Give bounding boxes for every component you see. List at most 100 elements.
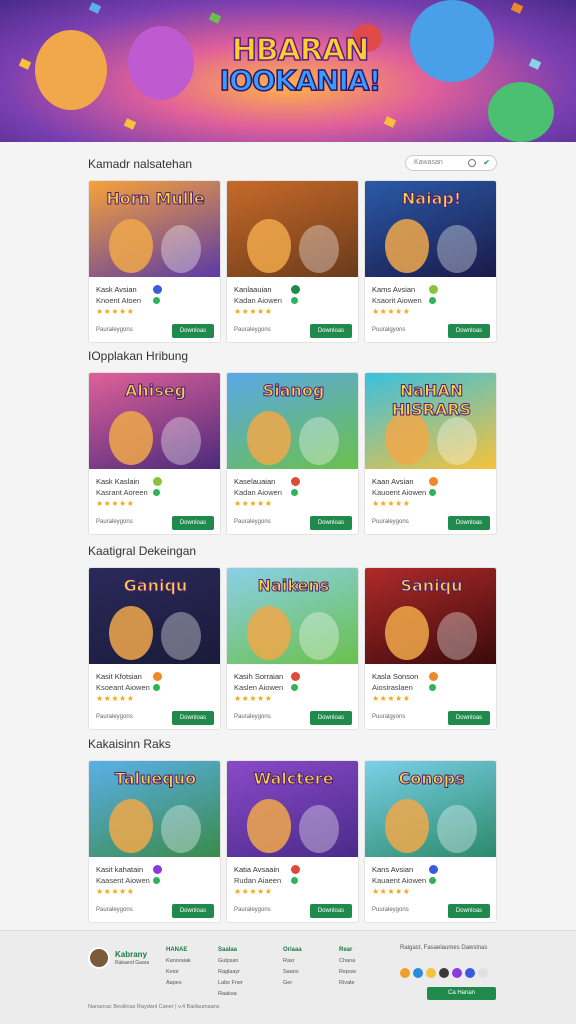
footer-link[interactable]: Keior bbox=[166, 967, 191, 978]
download-button[interactable]: Downloas bbox=[448, 904, 490, 918]
social-icon[interactable] bbox=[452, 968, 462, 978]
footer-link[interactable]: Repow bbox=[339, 967, 356, 978]
character-figure bbox=[299, 225, 339, 273]
game-art-title: NaHAN HISRARS bbox=[391, 381, 472, 420]
game-thumbnail[interactable]: Saniqu bbox=[365, 568, 496, 664]
social-icon[interactable] bbox=[400, 968, 410, 978]
footer-brand: Kabrany bbox=[115, 950, 148, 959]
section-title: Kamadr nalsatehan bbox=[88, 157, 193, 171]
game-thumbnail[interactable]: Conops bbox=[365, 761, 496, 857]
chevron-down-icon[interactable]: ✔ bbox=[483, 158, 490, 167]
footer-cta-button[interactable]: Ca Hanan bbox=[427, 987, 496, 1000]
status-dot-icon bbox=[291, 865, 300, 874]
social-icon[interactable] bbox=[413, 968, 423, 978]
game-thumbnail[interactable]: Sianog bbox=[227, 373, 358, 469]
game-card[interactable]: Naikens Kasih Sorraian Kaslen Aiowen ★★★★★ P… bbox=[226, 567, 359, 730]
game-thumbnail[interactable]: Walctere bbox=[227, 761, 358, 857]
footer-link[interactable]: Ger bbox=[283, 978, 302, 989]
game-thumbnail[interactable]: Ganiqu bbox=[89, 568, 220, 664]
footer-link[interactable]: Labs Fner bbox=[218, 978, 243, 989]
footer-social-icons bbox=[400, 965, 491, 983]
footer-link[interactable]: Kanoraiak bbox=[166, 956, 191, 967]
game-thumbnail[interactable]: Naiap! bbox=[365, 181, 496, 277]
footer: Kabrany Rakaerd Gaara HANAE Kanoraiak Keio… bbox=[0, 930, 576, 1024]
social-icon[interactable] bbox=[426, 968, 436, 978]
game-meta: Pauraleygons bbox=[96, 714, 133, 720]
character-figure bbox=[161, 225, 201, 273]
game-art-title: Naiap! bbox=[401, 189, 462, 209]
footer-link[interactable]: Aapes bbox=[166, 978, 191, 989]
download-button[interactable]: Downloas bbox=[172, 711, 214, 725]
game-card[interactable]: Horn Mulle Kask Avsian Knoent Atoen ★★★★★ Pa… bbox=[88, 180, 221, 343]
game-thumbnail[interactable] bbox=[227, 181, 358, 277]
section-title: IOpplakan Hribung bbox=[88, 349, 189, 363]
download-button[interactable]: Downloas bbox=[310, 324, 352, 338]
character-figure bbox=[437, 805, 477, 853]
download-button[interactable]: Downloas bbox=[448, 516, 490, 530]
small-badge-icon bbox=[291, 877, 298, 884]
download-button[interactable]: Downloas bbox=[310, 711, 352, 725]
game-card[interactable]: Saniqu Kasla Sonson Aiosiraslaen ★★★★★ Puura… bbox=[364, 567, 497, 730]
download-button[interactable]: Downloas bbox=[172, 516, 214, 530]
game-thumbnail[interactable]: Horn Mulle bbox=[89, 181, 220, 277]
download-button[interactable]: Downloas bbox=[310, 516, 352, 530]
footer-link[interactable]: Saans bbox=[283, 967, 302, 978]
footer-link[interactable]: Rivate bbox=[339, 978, 356, 989]
game-thumbnail[interactable]: Taluequo bbox=[89, 761, 220, 857]
small-badge-icon bbox=[291, 297, 298, 304]
download-button[interactable]: Downloas bbox=[172, 324, 214, 338]
star-rating: ★★★★★ bbox=[372, 307, 411, 316]
game-card[interactable]: NaHAN HISRARS Kaan Avsian Kauoent Aiowen ★★… bbox=[364, 372, 497, 535]
character-figure bbox=[161, 612, 201, 660]
footer-link[interactable]: Raaksa bbox=[218, 989, 243, 1000]
social-icon[interactable] bbox=[478, 968, 488, 978]
character-figure bbox=[247, 219, 291, 273]
game-card[interactable]: Naiap! Kams Avsian Ksaorit Aiowen ★★★★★ Puur… bbox=[364, 180, 497, 343]
section-title: Kakaisinn Raks bbox=[88, 737, 171, 751]
character-figure bbox=[247, 411, 291, 465]
social-icon[interactable] bbox=[439, 968, 449, 978]
game-card[interactable]: Sianog Kaselauaian Kadan Aiowen ★★★★★ Paural… bbox=[226, 372, 359, 535]
footer-link[interactable]: Gulpsan bbox=[218, 956, 243, 967]
character-figure bbox=[109, 219, 153, 273]
game-thumbnail[interactable]: Naikens bbox=[227, 568, 358, 664]
game-card[interactable]: Kanlaauian Kadan Aiowen ★★★★★ Pauraleygons D… bbox=[226, 180, 359, 343]
footer-link[interactable]: Chana bbox=[339, 956, 356, 967]
search-input[interactable]: Kawasan ✔ bbox=[405, 155, 497, 171]
game-title: Kans Avsian bbox=[372, 865, 414, 874]
mascot-bear-blue bbox=[410, 0, 494, 82]
download-button[interactable]: Downloas bbox=[448, 324, 490, 338]
search-icon[interactable] bbox=[468, 159, 476, 167]
game-thumbnail[interactable]: Ahiseg bbox=[89, 373, 220, 469]
game-card[interactable]: Ganiqu Kasit Kfotsian Ksoeant Aiowen ★★★★★ P… bbox=[88, 567, 221, 730]
game-title: Kanlaauian bbox=[234, 285, 272, 294]
download-button[interactable]: Downloas bbox=[310, 904, 352, 918]
game-art-title: Sianog bbox=[262, 381, 325, 401]
game-card[interactable]: Conops Kans Avsian Kauaent Aiowen ★★★★★ Puur… bbox=[364, 760, 497, 923]
mascot-pig-purple bbox=[128, 26, 194, 100]
small-badge-icon bbox=[429, 684, 436, 691]
download-button[interactable]: Downloas bbox=[172, 904, 214, 918]
game-card[interactable]: Taluequo Kasit kahatain Kaasent Aiowen ★★★★… bbox=[88, 760, 221, 923]
star-rating: ★★★★★ bbox=[234, 499, 273, 508]
confetti-piece bbox=[383, 116, 397, 128]
game-meta: Pauraleygons bbox=[96, 519, 133, 525]
star-rating: ★★★★★ bbox=[372, 887, 411, 896]
character-figure bbox=[161, 417, 201, 465]
download-button[interactable]: Downloas bbox=[448, 711, 490, 725]
mascot-creature-green bbox=[488, 82, 554, 142]
footer-link[interactable]: Raglaayr bbox=[218, 967, 243, 978]
game-card[interactable]: Walctere Katia Avsaain Rudan Aiaeen ★★★★★ Pa… bbox=[226, 760, 359, 923]
game-art-title: Naikens bbox=[257, 576, 330, 596]
social-icon[interactable] bbox=[465, 968, 475, 978]
game-art-title: Conops bbox=[398, 769, 465, 789]
game-art-title: Ahiseg bbox=[124, 381, 187, 401]
footer-link[interactable]: Rasr bbox=[283, 956, 302, 967]
character-figure bbox=[385, 219, 429, 273]
character-figure bbox=[385, 799, 429, 853]
game-title: Kams Avsian bbox=[372, 285, 416, 294]
game-title: Kask Avsian bbox=[96, 285, 137, 294]
game-thumbnail[interactable]: NaHAN HISRARS bbox=[365, 373, 496, 469]
game-card[interactable]: Ahiseg Kask Kaslain Kasrant Aoreen ★★★★★ Pau… bbox=[88, 372, 221, 535]
footer-column-heading: Oriaaa bbox=[283, 947, 302, 953]
